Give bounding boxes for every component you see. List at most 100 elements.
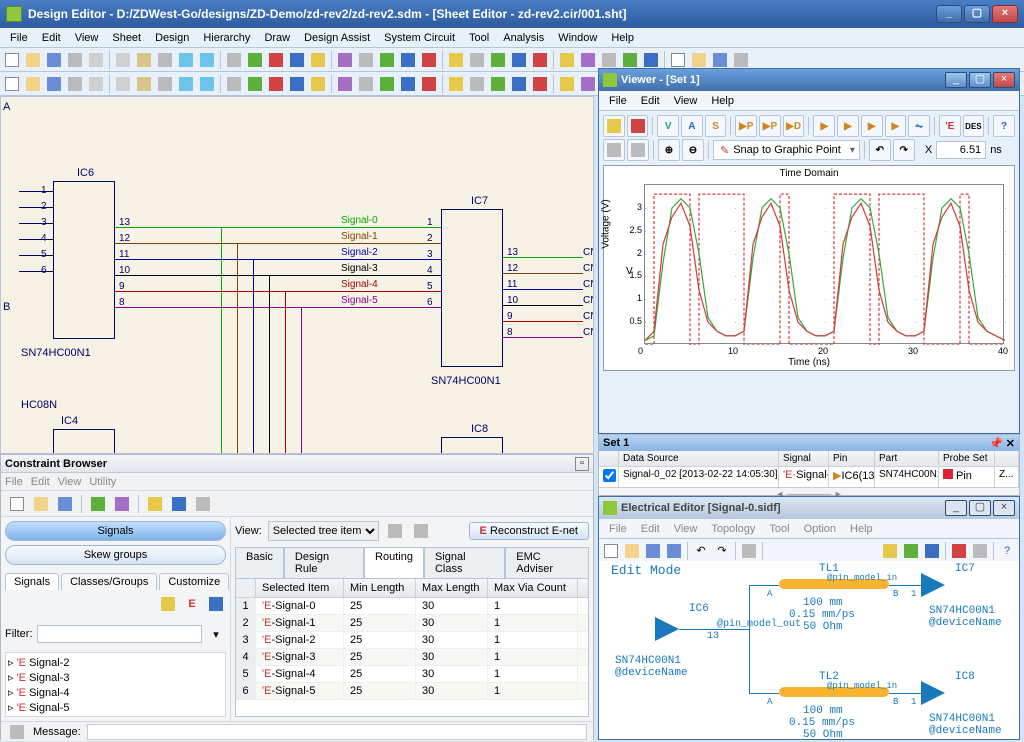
- main1-tool-4-icon[interactable]: [86, 50, 106, 70]
- message-input[interactable]: [87, 724, 587, 740]
- main2-tool-20-icon[interactable]: [446, 74, 466, 94]
- col-min-length[interactable]: Min Length: [344, 579, 416, 597]
- main2-tool-9-icon[interactable]: [197, 74, 217, 94]
- main2-tool-10-icon[interactable]: [224, 74, 244, 94]
- viewer-minimize-button[interactable]: _: [945, 72, 967, 88]
- snap-mode-select[interactable]: ✎Snap to Graphic Point: [713, 140, 860, 160]
- main2-tool-3-icon[interactable]: [65, 74, 85, 94]
- col-selected-item[interactable]: Selected Item: [256, 579, 344, 597]
- view-select[interactable]: Selected tree item: [268, 521, 379, 541]
- viewer-probe1-icon[interactable]: ▶P: [735, 115, 757, 137]
- cb-refresh-icon[interactable]: [206, 594, 226, 614]
- main1-tool-5-icon[interactable]: [113, 50, 133, 70]
- cb-tool4-icon[interactable]: [169, 494, 189, 514]
- viewer-tool1-icon[interactable]: [603, 115, 625, 137]
- main2-tool-8-icon[interactable]: [176, 74, 196, 94]
- elec-ic6-symbol[interactable]: [655, 617, 679, 641]
- viewer-undo-icon[interactable]: ↶: [869, 139, 891, 161]
- elec-open-icon[interactable]: [622, 541, 642, 561]
- main1-tool-24-icon[interactable]: [530, 50, 550, 70]
- route-tab-signal-class[interactable]: Signal Class: [424, 547, 505, 578]
- main1-tool-7-icon[interactable]: [155, 50, 175, 70]
- main1-tool-12-icon[interactable]: [266, 50, 286, 70]
- main2-tool-25-icon[interactable]: [557, 74, 577, 94]
- viewer-tool2-icon[interactable]: [627, 115, 649, 137]
- route-row[interactable]: 4'E-Signal-325301: [236, 649, 588, 666]
- main2-tool-11-icon[interactable]: [245, 74, 265, 94]
- main2-tool-6-icon[interactable]: [134, 74, 154, 94]
- main2-tool-13-icon[interactable]: [287, 74, 307, 94]
- main1-tool-18-icon[interactable]: [398, 50, 418, 70]
- elec-menu-tool[interactable]: Tool: [763, 521, 795, 537]
- viewer-probe3-icon[interactable]: ▶D: [783, 115, 805, 137]
- elec-ic8-symbol[interactable]: [921, 681, 945, 705]
- main2-tool-7-icon[interactable]: [155, 74, 175, 94]
- menu-edit[interactable]: Edit: [36, 30, 67, 46]
- viewer-des-button[interactable]: DES: [963, 115, 985, 137]
- main1-tool-14-icon[interactable]: [308, 50, 328, 70]
- viewer-grid2-icon[interactable]: [627, 139, 649, 161]
- cb-save-icon[interactable]: [55, 494, 75, 514]
- viewer-play4-icon[interactable]: ▶: [885, 115, 907, 137]
- cb-menu-edit[interactable]: Edit: [31, 476, 50, 488]
- menu-sheet[interactable]: Sheet: [106, 30, 147, 46]
- view-opt2-icon[interactable]: [411, 521, 431, 541]
- main2-tool-24-icon[interactable]: [530, 74, 550, 94]
- viewer-s-button[interactable]: S: [705, 115, 727, 137]
- viewer-wave-icon[interactable]: ⏦: [908, 115, 930, 137]
- main1-tool-17-icon[interactable]: [377, 50, 397, 70]
- menu-design[interactable]: Design: [149, 30, 195, 46]
- col-max-length[interactable]: Max Length: [416, 579, 488, 597]
- main2-tool-5-icon[interactable]: [113, 74, 133, 94]
- reconstruct-button[interactable]: E Reconstruct E-net: [469, 522, 589, 540]
- menu-view[interactable]: View: [69, 30, 105, 46]
- main1-tool-19-icon[interactable]: [419, 50, 439, 70]
- viewer-menu-edit[interactable]: Edit: [635, 93, 666, 109]
- main1-tool-16-icon[interactable]: [356, 50, 376, 70]
- main2-tool-15-icon[interactable]: [335, 74, 355, 94]
- route-row[interactable]: 3'E-Signal-225301: [236, 632, 588, 649]
- elec-minimize-button[interactable]: _: [945, 500, 967, 516]
- menu-hierarchy[interactable]: Hierarchy: [197, 30, 256, 46]
- viewer-grid1-icon[interactable]: [603, 139, 625, 161]
- main1-tool-31-icon[interactable]: [689, 50, 709, 70]
- route-tab-basic[interactable]: Basic: [235, 547, 284, 578]
- viewer-e-button[interactable]: 'E: [939, 115, 961, 137]
- menu-analysis[interactable]: Analysis: [497, 30, 550, 46]
- tree-item[interactable]: ▹ 'E Signal-5: [8, 700, 223, 715]
- col-part[interactable]: Part: [875, 451, 939, 466]
- main2-tool-4-icon[interactable]: [86, 74, 106, 94]
- x-value-input[interactable]: [936, 141, 986, 159]
- menu-system-circuit[interactable]: System Circuit: [378, 30, 461, 46]
- viewer-close-button[interactable]: ×: [993, 72, 1015, 88]
- menu-file[interactable]: File: [4, 30, 34, 46]
- main1-tool-21-icon[interactable]: [467, 50, 487, 70]
- elec-close-button[interactable]: ×: [993, 500, 1015, 516]
- elec-menu-help[interactable]: Help: [844, 521, 879, 537]
- main1-tool-0-icon[interactable]: [2, 50, 22, 70]
- elec-chart-icon[interactable]: [949, 541, 969, 561]
- cb-open-icon[interactable]: [31, 494, 51, 514]
- viewer-probe2-icon[interactable]: ▶P: [759, 115, 781, 137]
- cb-e-icon[interactable]: E: [182, 594, 202, 614]
- maximize-button[interactable]: ▢: [964, 5, 990, 23]
- col-pin[interactable]: Pin: [829, 451, 875, 466]
- main1-tool-32-icon[interactable]: [710, 50, 730, 70]
- set1-row-checkbox[interactable]: [603, 469, 616, 482]
- elec-menu-topology[interactable]: Topology: [705, 521, 761, 537]
- main1-tool-6-icon[interactable]: [134, 50, 154, 70]
- signal-tree[interactable]: ▹ 'E Signal-2▹ 'E Signal-3▹ 'E Signal-4▹…: [5, 652, 226, 717]
- ic4-box[interactable]: [53, 429, 115, 454]
- viewer-maximize-button[interactable]: ▢: [969, 72, 991, 88]
- route-row[interactable]: 5'E-Signal-425301: [236, 666, 588, 683]
- elec-menu-file[interactable]: File: [603, 521, 633, 537]
- message-icon[interactable]: [7, 722, 27, 742]
- cb-new-icon[interactable]: [7, 494, 27, 514]
- main2-tool-23-icon[interactable]: [509, 74, 529, 94]
- main1-tool-30-icon[interactable]: [668, 50, 688, 70]
- main2-tool-19-icon[interactable]: [419, 74, 439, 94]
- elec-ic7-symbol[interactable]: [921, 573, 945, 597]
- view-opt1-icon[interactable]: [385, 521, 405, 541]
- elec-redo-icon[interactable]: ↷: [712, 541, 732, 561]
- elec-sim1-icon[interactable]: [880, 541, 900, 561]
